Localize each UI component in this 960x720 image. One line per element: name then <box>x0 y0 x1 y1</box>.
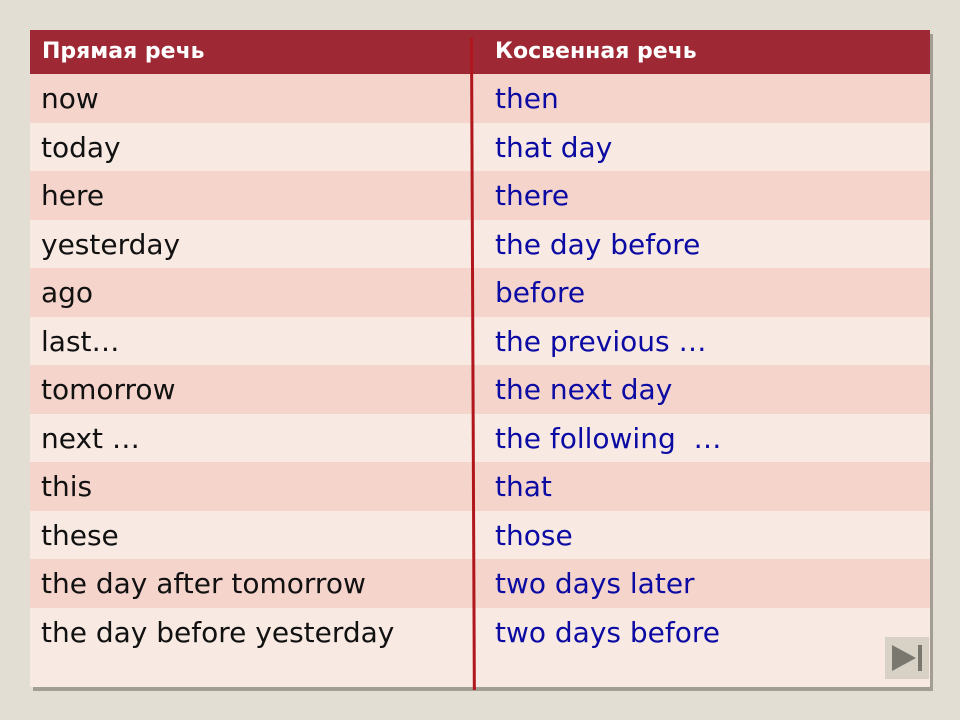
table-row: now then <box>30 74 930 123</box>
speech-conversion-table: Прямая речь Косвенная речь now then today t… <box>30 30 930 690</box>
indirect-speech-cell: the next day <box>495 373 673 406</box>
table-row: the day before yesterday two days before <box>30 607 930 687</box>
direct-speech-cell: ago <box>41 276 94 309</box>
table-row: the day after tomorrow two days later <box>30 559 930 608</box>
direct-speech-cell: today <box>41 130 121 164</box>
table-row: here there <box>30 171 930 220</box>
direct-speech-cell: here <box>41 179 105 212</box>
indirect-speech-cell: there <box>495 179 570 212</box>
indirect-speech-cell: then <box>495 82 559 115</box>
indirect-speech-cell: before <box>495 276 586 309</box>
table-row: yesterday the day before <box>30 219 930 268</box>
skip-next-icon <box>892 645 922 671</box>
direct-speech-cell: the day before yesterday <box>41 615 395 649</box>
direct-speech-cell: last… <box>41 324 120 358</box>
table-header: Прямая речь Косвенная речь <box>30 30 930 74</box>
direct-speech-cell: now <box>41 82 99 115</box>
indirect-speech-cell: that day <box>495 130 613 164</box>
header-indirect-speech: Косвенная речь <box>495 39 697 64</box>
table-row: these those <box>30 510 930 559</box>
indirect-speech-cell: two days before <box>495 615 721 649</box>
header-direct-speech: Прямая речь <box>42 39 205 64</box>
indirect-speech-cell: those <box>495 518 573 552</box>
direct-speech-cell: yesterday <box>41 227 181 261</box>
indirect-speech-cell: two days later <box>495 567 695 600</box>
indirect-speech-cell: the day before <box>495 227 701 261</box>
table-row: today that day <box>30 122 930 171</box>
direct-speech-cell: next … <box>41 421 140 455</box>
indirect-speech-cell: that <box>495 470 552 503</box>
table-row: next … the following … <box>30 413 930 462</box>
direct-speech-cell: the day after tomorrow <box>41 567 366 600</box>
indirect-speech-cell: the previous … <box>495 324 707 358</box>
table-row: last… the previous … <box>30 316 930 365</box>
direct-speech-cell: tomorrow <box>41 373 176 406</box>
direct-speech-cell: these <box>41 518 119 552</box>
table-row: this that <box>30 462 930 511</box>
indirect-speech-cell: the following … <box>495 421 722 455</box>
table-row: ago before <box>30 268 930 317</box>
direct-speech-cell: this <box>41 470 93 503</box>
next-slide-button[interactable] <box>885 637 929 679</box>
table-row: tomorrow the next day <box>30 365 930 414</box>
